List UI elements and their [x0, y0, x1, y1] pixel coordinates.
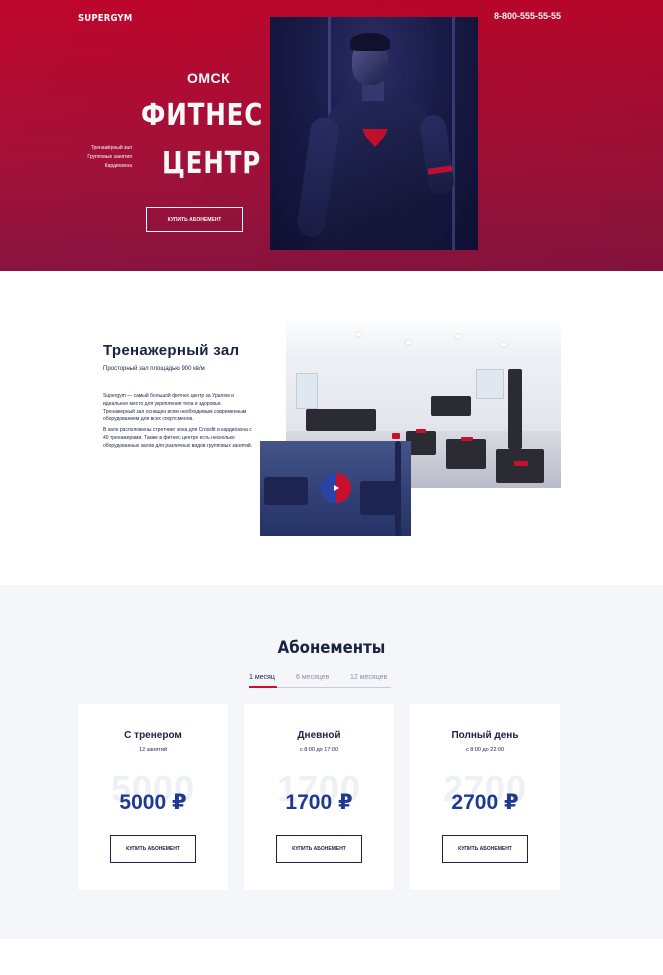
photo-torso — [322, 97, 434, 250]
photo-red-accent — [416, 429, 426, 433]
photo-background-bar — [452, 17, 455, 250]
plan-name: Полный день — [451, 730, 519, 741]
plan-buy-button[interactable]: КУПИТЬ АБОНЕМЕНТ — [276, 835, 362, 863]
hero-city: ОМСК — [187, 70, 231, 86]
hero-buy-button[interactable]: КУПИТЬ АБОНЕМЕНТ — [146, 207, 243, 232]
photo-window — [476, 369, 504, 399]
photo-bike — [496, 449, 544, 483]
play-button[interactable] — [321, 473, 351, 503]
plan-card: 1700 Дневной с 8:00 до 17:00 1700 ₽ КУПИ… — [244, 704, 394, 890]
subscriptions-title: Абонементы — [277, 638, 386, 658]
plan-note: 12 занятий — [139, 747, 167, 753]
hero-section: SUPERGYM 8-800-555-55-55 ОМСК ФИТНЕС ЦЕН… — [0, 0, 663, 271]
photo-ceiling-light — [501, 343, 506, 346]
play-icon — [334, 485, 339, 491]
plan-buy-button[interactable]: КУПИТЬ АБОНЕМЕНТ — [442, 835, 528, 863]
photo-ceiling-light — [456, 335, 461, 338]
hero-title-line1: ФИТНЕС — [141, 98, 264, 133]
plan-card: 2700 Полный день с 8:00 до 22:00 2700 ₽ … — [410, 704, 560, 890]
hero-trainer-photo — [270, 17, 478, 250]
photo-red-accent — [461, 437, 473, 441]
gym-description: Supergym — самый большой фитнес центр за… — [103, 393, 253, 451]
photo-bike — [446, 439, 486, 469]
plan-name: С тренером — [124, 730, 182, 741]
photo-red-accent — [514, 461, 528, 466]
plan-note: с 8:00 до 22:00 — [465, 747, 505, 753]
photo-bench — [431, 396, 471, 416]
photo-ceiling — [286, 321, 561, 361]
subscription-period-tabs: 1 месяц 6 месяцев 12 месяцев — [249, 672, 391, 688]
hero-feature-item: Групповые занятия — [87, 154, 132, 160]
logo[interactable]: SUPERGYM — [78, 13, 132, 24]
hero-title-line2: ЦЕНТР — [162, 146, 262, 181]
tab-1-month[interactable]: 1 месяц — [249, 674, 275, 681]
plan-buy-button[interactable]: КУПИТЬ АБОНЕМЕНТ — [110, 835, 196, 863]
photo-ceiling-light — [406, 341, 411, 344]
plan-note: с 8:00 до 17:00 — [299, 747, 339, 753]
photo-red-accent — [392, 433, 400, 439]
hero-features-list: Тренажёрный зал Групповые занятия Кардио… — [87, 144, 132, 171]
gym-description-paragraph: Supergym — самый большой фитнес центр за… — [103, 393, 247, 423]
photo-window — [296, 373, 318, 409]
photo-dumbbell-rack — [306, 409, 376, 431]
phone-number[interactable]: 8-800-555-55-55 — [494, 11, 561, 21]
plan-card: 5000 С тренером 12 занятий 5000 ₽ КУПИТЬ… — [78, 704, 228, 890]
active-tab-indicator — [249, 686, 277, 688]
gym-section-subtitle: Просторный зал площадью 900 кв/м — [103, 366, 205, 372]
tab-12-months[interactable]: 12 месяцев — [350, 674, 387, 681]
photo-hair — [350, 33, 390, 51]
gym-video-thumbnail[interactable] — [260, 441, 411, 536]
plan-price: 5000 ₽ — [119, 791, 187, 814]
hero-feature-item: Кардиозона — [104, 163, 132, 169]
plan-name: Дневной — [297, 730, 341, 741]
hero-feature-item: Тренажёрный зал — [90, 145, 132, 151]
gym-section-title: Тренажерный зал — [103, 342, 240, 359]
plan-price: 2700 ₽ — [451, 791, 519, 814]
photo-cable-machine — [508, 369, 522, 449]
tab-6-months[interactable]: 6 месяцев — [296, 674, 329, 681]
photo-ceiling-light — [356, 333, 361, 336]
plan-price: 1700 ₽ — [285, 791, 353, 814]
gym-description-paragraph: В зале расположены стретчинг зона для Cr… — [103, 427, 253, 449]
